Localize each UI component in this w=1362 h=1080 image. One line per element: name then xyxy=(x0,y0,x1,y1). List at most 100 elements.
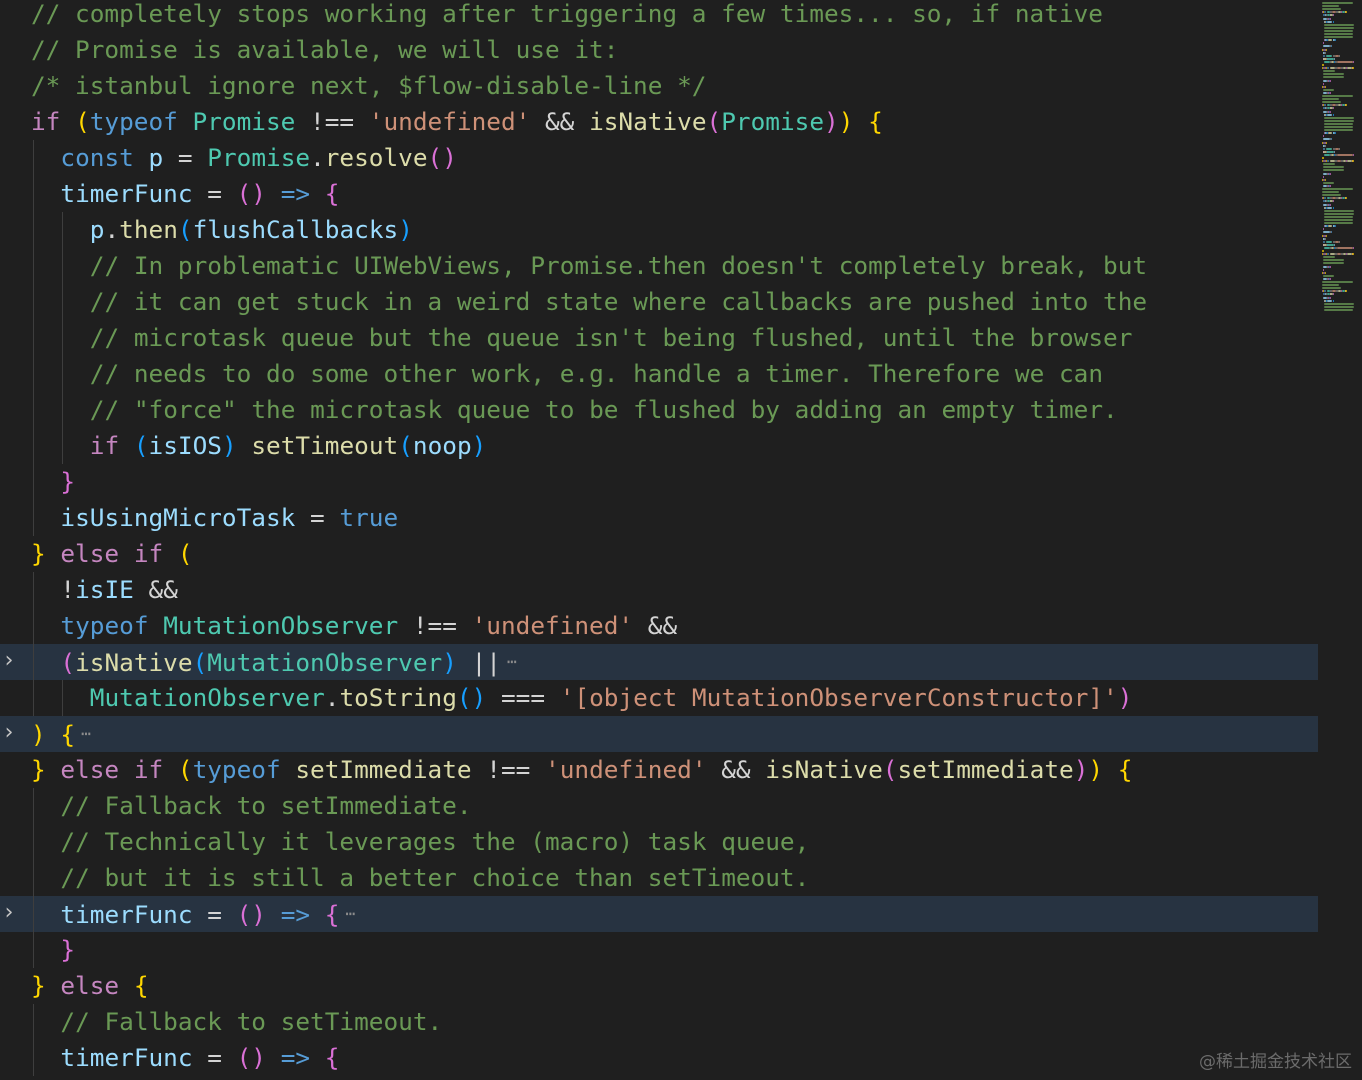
code-token: !== xyxy=(295,107,369,136)
code-line[interactable]: if (isIOS) setTimeout(noop) xyxy=(0,428,1318,464)
minimap-token xyxy=(1323,308,1354,311)
code-line[interactable]: // In problematic UIWebViews, Promise.th… xyxy=(0,248,1318,284)
code-token: isIOS xyxy=(148,431,222,460)
watermark: @稀土掘金技术社区 xyxy=(1199,1052,1352,1072)
indent-guide xyxy=(33,680,34,716)
code-token: flushCallbacks xyxy=(192,215,399,244)
code-line[interactable]: const p = Promise.resolve() xyxy=(0,140,1318,176)
code-line[interactable]: timerFunc = () => { xyxy=(0,1040,1318,1076)
code-token: ) xyxy=(824,107,839,136)
code-text: isUsingMicroTask = true xyxy=(60,500,398,536)
indent-guide xyxy=(33,356,34,392)
indent-guide xyxy=(62,428,64,464)
code-editor[interactable]: // completely stops working after trigge… xyxy=(0,0,1362,1080)
chevron-right-icon[interactable]: › xyxy=(0,716,18,752)
code-text: // Technically it leverages the (macro) … xyxy=(60,824,809,860)
code-token: resolve xyxy=(324,143,428,172)
code-line[interactable]: › (isNative(MutationObserver) || ⋯ xyxy=(0,644,1318,680)
code-token: === xyxy=(486,683,560,712)
code-line[interactable]: p.then(flushCallbacks) xyxy=(0,212,1318,248)
chevron-right-icon[interactable]: › xyxy=(0,896,18,932)
minimap-token xyxy=(1327,243,1334,246)
minimap-token xyxy=(1322,163,1335,166)
code-text: } else { xyxy=(31,968,149,1004)
code-line[interactable]: // Technically it leverages the (macro) … xyxy=(0,824,1318,860)
indent-guide xyxy=(33,284,34,320)
code-line[interactable]: // completely stops working after trigge… xyxy=(0,0,1318,32)
code-line[interactable]: isUsingMicroTask = true xyxy=(0,500,1318,536)
code-token: } xyxy=(31,755,46,784)
ellipsis-icon[interactable]: ⋯ xyxy=(507,652,517,671)
code-token: () xyxy=(236,179,266,208)
code-line[interactable]: ›) {⋯ xyxy=(0,716,1318,752)
code-line[interactable]: MutationObserver.toString() === '[object… xyxy=(0,680,1318,716)
minimap-token xyxy=(1322,88,1334,91)
chevron-right-icon[interactable]: › xyxy=(0,644,18,680)
code-token: // completely stops working after trigge… xyxy=(31,0,1103,28)
minimap-token xyxy=(1322,54,1326,57)
code-text: // but it is still a better choice than … xyxy=(60,860,809,896)
minimap-token xyxy=(1330,45,1333,48)
code-text: (isNative(MutationObserver) || ⋯ xyxy=(60,644,516,681)
minimap-token xyxy=(1322,5,1339,8)
minimap-token xyxy=(1326,20,1333,23)
minimap-token xyxy=(1322,231,1330,234)
code-token: ( xyxy=(75,107,90,136)
minimap-token xyxy=(1333,107,1335,110)
code-token: ( xyxy=(177,215,193,244)
code-token: true xyxy=(339,503,399,532)
code-line[interactable]: timerFunc = () => { xyxy=(0,176,1318,212)
ellipsis-icon[interactable]: ⋯ xyxy=(81,724,91,743)
code-line[interactable]: // "force" the microtask queue to be flu… xyxy=(0,392,1318,428)
code-line[interactable]: // Promise is available, we will use it: xyxy=(0,32,1318,68)
code-token: then xyxy=(119,215,178,244)
code-line[interactable]: // Fallback to setImmediate. xyxy=(0,788,1318,824)
minimap-token xyxy=(1322,101,1342,104)
minimap-token xyxy=(1322,287,1342,290)
code-area[interactable]: // completely stops working after trigge… xyxy=(0,0,1318,1080)
code-line[interactable]: } xyxy=(0,932,1318,968)
code-text: // completely stops working after trigge… xyxy=(31,0,1103,32)
code-line[interactable]: // Fallback to setTimeout. xyxy=(0,1004,1318,1040)
minimap-token xyxy=(1328,39,1333,42)
code-text: timerFunc = () => { xyxy=(60,1040,339,1076)
code-line[interactable]: // needs to do some other work, e.g. han… xyxy=(0,356,1318,392)
code-token: if xyxy=(133,755,164,784)
ellipsis-icon[interactable]: ⋯ xyxy=(345,904,355,923)
code-token: = xyxy=(163,143,208,172)
code-line[interactable]: › timerFunc = () => {⋯ xyxy=(0,896,1318,932)
code-line[interactable]: // microtask queue but the queue isn't b… xyxy=(0,320,1318,356)
code-line[interactable]: } else if ( xyxy=(0,536,1318,572)
code-token: // Promise is available, we will use it: xyxy=(31,35,619,64)
code-line[interactable]: /* istanbul ignore next, $flow-disable-l… xyxy=(0,68,1318,104)
indent-guide xyxy=(62,680,64,716)
minimap-token xyxy=(1323,36,1354,39)
code-text: // it can get stuck in a weird state whe… xyxy=(90,284,1147,320)
minimap-token xyxy=(1323,209,1354,212)
indent-guide xyxy=(33,212,34,248)
code-line[interactable]: // it can get stuck in a weird state whe… xyxy=(0,284,1318,320)
code-token: () xyxy=(236,1043,266,1072)
code-token: ) xyxy=(1117,683,1133,712)
code-line[interactable]: } else { xyxy=(0,968,1318,1004)
minimap-token xyxy=(1322,2,1353,4)
minimap-token xyxy=(1323,222,1354,225)
indent-guide xyxy=(33,788,34,824)
code-line[interactable]: !isIE && xyxy=(0,572,1318,608)
code-line[interactable]: } else if (typeof setImmediate !== 'unde… xyxy=(0,752,1318,788)
minimap[interactable] xyxy=(1322,0,1362,320)
minimap-token xyxy=(1323,11,1327,14)
code-text: const p = Promise.resolve() xyxy=(60,140,457,176)
code-line[interactable]: // but it is still a better choice than … xyxy=(0,860,1318,896)
code-line[interactable]: typeof MutationObserver !== 'undefined' … xyxy=(0,608,1318,644)
minimap-token xyxy=(1326,253,1330,256)
code-line[interactable]: if (typeof Promise !== 'undefined' && is… xyxy=(0,104,1318,140)
code-line[interactable]: } xyxy=(0,464,1318,500)
code-token: '[object MutationObserverConstructor]' xyxy=(559,683,1118,712)
